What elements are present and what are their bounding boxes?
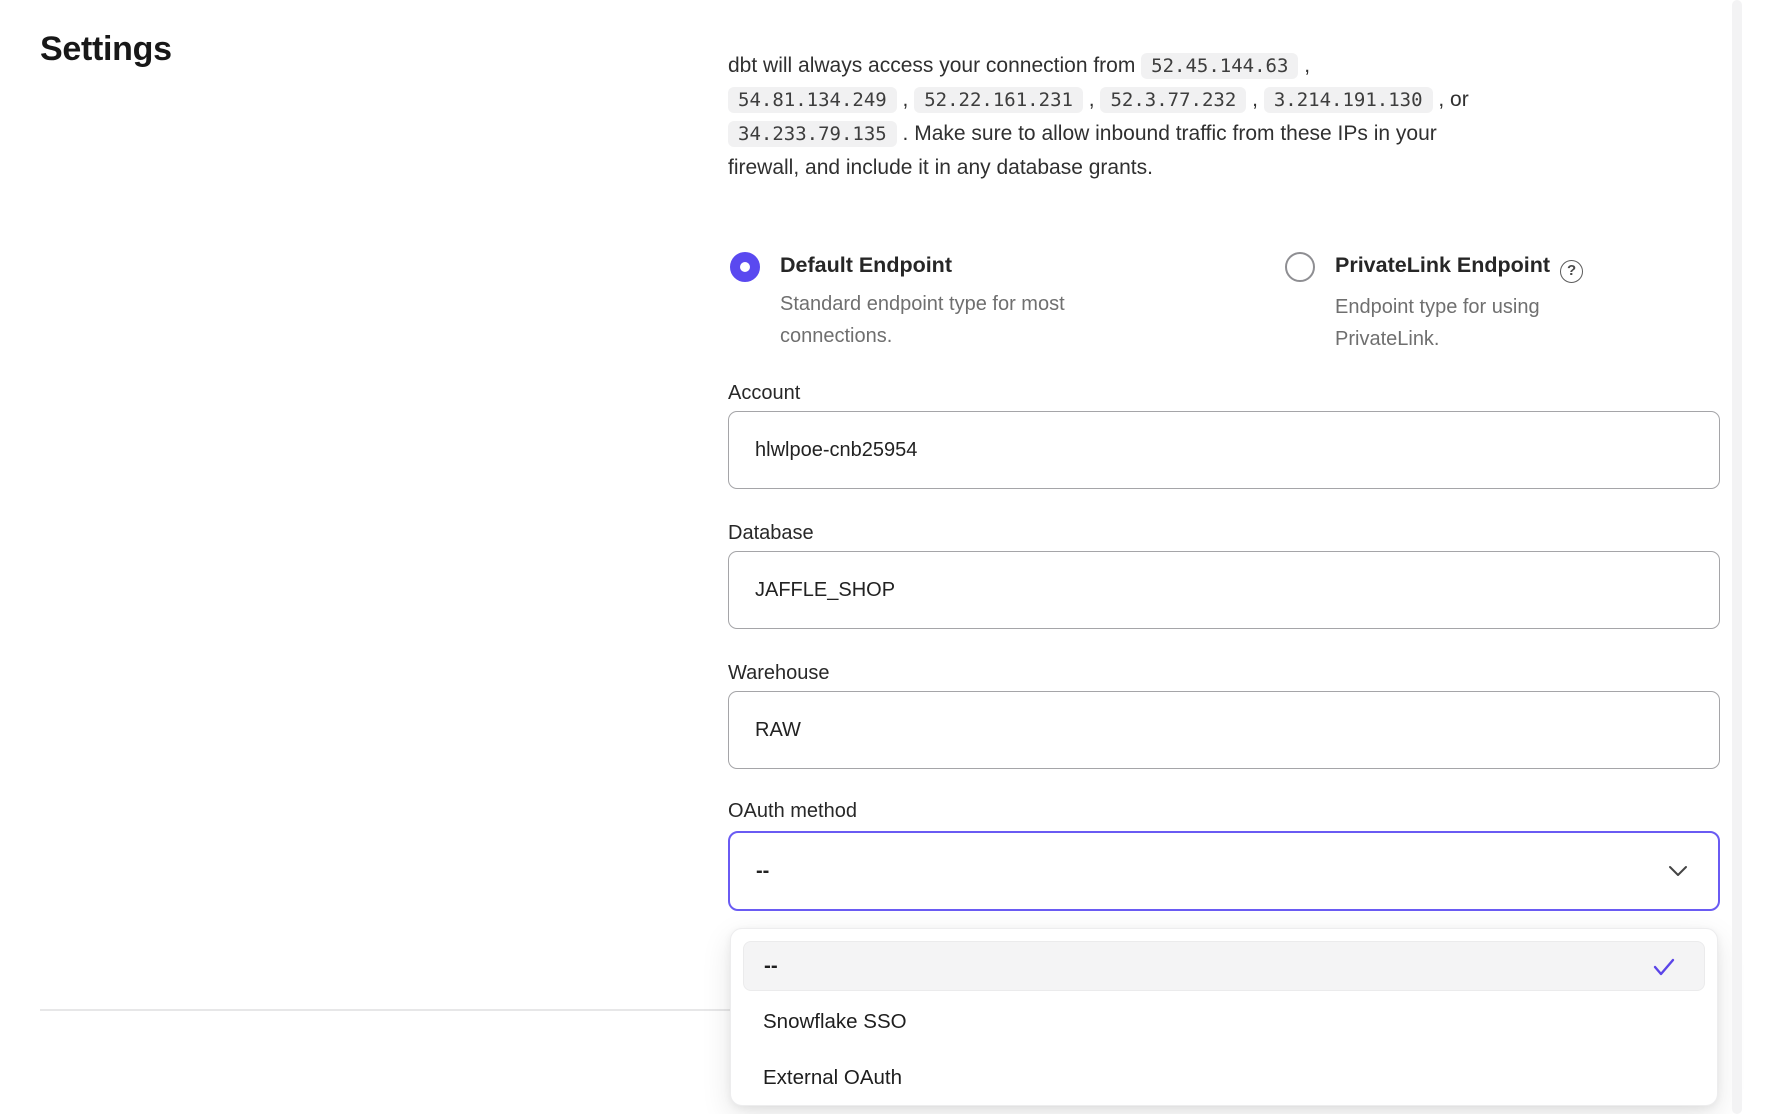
database-label: Database <box>728 522 814 545</box>
oauth-method-select[interactable]: -- <box>728 831 1720 911</box>
radio-option-label: Default Endpoint <box>780 250 1120 280</box>
intro-text: , or <box>1433 88 1469 111</box>
dropdown-option-external-oauth[interactable]: External OAuth <box>743 1053 1705 1103</box>
intro-text: , <box>897 88 915 111</box>
intro-text: , <box>1246 88 1264 111</box>
chevron-down-icon <box>1668 860 1688 883</box>
radio-unselected-icon[interactable] <box>1285 252 1315 282</box>
help-icon[interactable]: ? <box>1560 260 1583 283</box>
warehouse-label: Warehouse <box>728 662 830 685</box>
radio-option-default-endpoint[interactable]: Default Endpoint Standard endpoint type … <box>730 250 1150 352</box>
radio-option-description: Standard endpoint type for most connecti… <box>780 288 1120 352</box>
page-title: Settings <box>40 30 172 69</box>
oauth-method-label: OAuth method <box>728 800 857 823</box>
check-icon <box>1652 957 1676 983</box>
radio-option-privatelink-endpoint[interactable]: PrivateLink Endpoint? Endpoint type for … <box>1285 250 1725 355</box>
account-input[interactable] <box>728 411 1720 489</box>
warehouse-input[interactable] <box>728 691 1720 769</box>
intro-text: . Make sure to allow inbound traffic fro… <box>897 122 1437 145</box>
oauth-method-dropdown: -- Snowflake SSO External OAuth <box>730 928 1718 1106</box>
radio-selected-icon[interactable] <box>730 252 760 282</box>
ip-address-chip: 34.233.79.135 <box>728 121 897 147</box>
oauth-selected-value: -- <box>756 860 1668 883</box>
ip-intro-paragraph: dbt will always access your connection f… <box>728 49 1738 185</box>
page-scrollbar[interactable] <box>1732 0 1742 1114</box>
intro-text: , <box>1083 88 1101 111</box>
radio-option-label: PrivateLink Endpoint? <box>1335 250 1585 283</box>
dropdown-option-none[interactable]: -- <box>743 941 1705 991</box>
ip-address-chip: 52.45.144.63 <box>1141 53 1298 79</box>
dropdown-option-snowflake-sso[interactable]: Snowflake SSO <box>743 997 1705 1047</box>
database-input[interactable] <box>728 551 1720 629</box>
intro-text: , <box>1298 54 1310 77</box>
ip-address-chip: 3.214.191.130 <box>1264 87 1433 113</box>
settings-page: Settings dbt will always access your con… <box>0 0 1770 1114</box>
account-label: Account <box>728 382 800 405</box>
radio-option-description: Endpoint type for using PrivateLink. <box>1335 291 1585 355</box>
intro-text: firewall, and include it in any database… <box>728 156 1153 179</box>
ip-address-chip: 52.22.161.231 <box>914 87 1083 113</box>
ip-address-chip: 52.3.77.232 <box>1100 87 1246 113</box>
intro-text: dbt will always access your connection f… <box>728 54 1141 77</box>
ip-address-chip: 54.81.134.249 <box>728 87 897 113</box>
